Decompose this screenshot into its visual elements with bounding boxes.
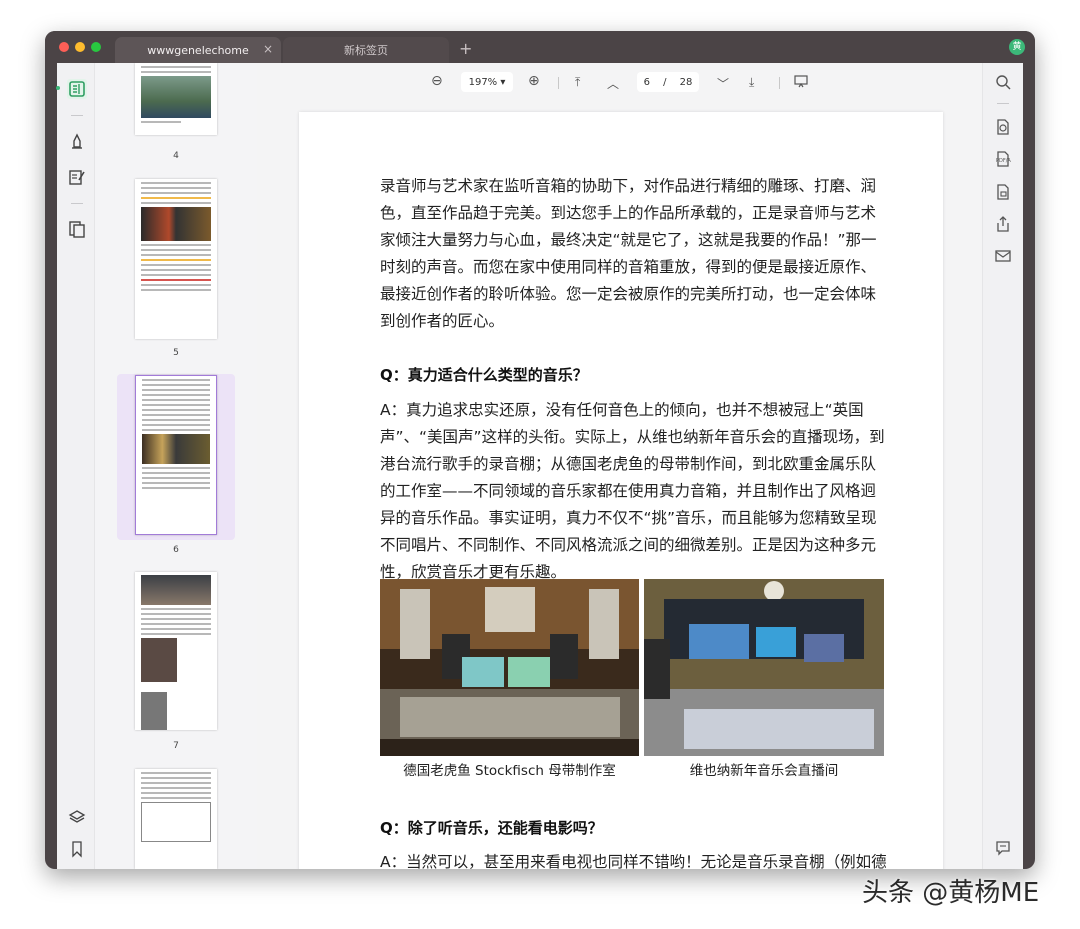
document-viewer[interactable]: ⊖ 197% ▾ ⊕ ⤒ ︿ 6 / 28 ﹀ ⤓ 录音师与艺术家在监听音箱的协… xyxy=(257,63,982,869)
share-icon[interactable] xyxy=(994,215,1012,233)
chevron-down-icon: ▾ xyxy=(500,76,506,88)
thumbnail-page-6[interactable] xyxy=(135,375,217,535)
zoom-select[interactable]: 197% ▾ xyxy=(461,72,513,92)
main-frame: 4 5 6 7 ⊖ 197% ▾ ⊕ ⤒ ︿ 6 / 28 ﹀ ⤓ 录音师与艺术… xyxy=(56,63,1023,869)
convert-icon[interactable] xyxy=(994,118,1012,136)
page-separator: / xyxy=(663,76,667,88)
photo-caption-1: 德国老虎鱼 Stockfisch 母带制作室 xyxy=(403,763,616,779)
question-heading-2: Q：除了听音乐，还能看电影吗？ xyxy=(380,819,603,837)
thumbnail-panel: 4 5 6 7 xyxy=(95,63,257,869)
zoom-value: 197% xyxy=(468,76,498,88)
tab-label: 新标签页 xyxy=(344,44,388,57)
edit-page-icon[interactable] xyxy=(67,167,87,187)
avatar[interactable]: 黄 xyxy=(1009,39,1025,55)
layers-icon[interactable] xyxy=(67,807,87,827)
thumbnail-label: 4 xyxy=(173,151,179,161)
divider xyxy=(558,77,559,89)
studio-photo-stockfisch xyxy=(380,579,639,756)
thumbnail-label: 5 xyxy=(173,348,179,358)
paragraph-1: 录音师与艺术家在监听音箱的协助下，对作品进行精细的雕琢、打磨、润色，直至作品趋于… xyxy=(380,177,877,330)
answer-1: A：真力追求忠实还原，没有任何音色上的倾向，也并不想被冠上“英国声”、“美国声”… xyxy=(380,401,885,581)
divider xyxy=(71,203,83,204)
left-tool-bar xyxy=(56,63,95,869)
minimize-window-button[interactable] xyxy=(75,42,85,52)
zoom-out-icon[interactable]: ⊖ xyxy=(431,73,443,89)
thumbnail-page-8[interactable] xyxy=(135,769,217,869)
pdf-page: 录音师与艺术家在监听音箱的协助下，对作品进行精细的雕琢、打磨、润色，直至作品趋于… xyxy=(299,112,943,869)
current-page[interactable]: 6 xyxy=(644,77,650,88)
zoom-in-icon[interactable]: ⊕ xyxy=(528,73,540,89)
organize-pages-icon[interactable] xyxy=(67,219,87,239)
new-tab-button[interactable]: + xyxy=(459,39,472,58)
watermark: 头条 @黄杨ME xyxy=(862,878,1040,908)
title-bar: wwwgenelechome × 新标签页 + 黄 xyxy=(45,31,1035,63)
zoom-window-button[interactable] xyxy=(91,42,101,52)
tab-active[interactable]: wwwgenelechome × xyxy=(115,37,281,63)
answer-2: A：当然可以，甚至用来看电视也同样不错哟！无论是音乐录音棚（例如德 xyxy=(380,853,887,869)
search-icon[interactable] xyxy=(994,73,1012,91)
comment-icon[interactable] xyxy=(994,839,1012,857)
thumbnail-page-7[interactable] xyxy=(135,572,217,730)
tab-label: wwwgenelechome xyxy=(147,43,249,57)
thumbnail-page-4[interactable] xyxy=(135,63,217,135)
divider xyxy=(779,77,780,89)
studio-photo-vienna xyxy=(644,579,884,756)
mail-icon[interactable] xyxy=(994,247,1012,265)
prev-page-icon[interactable]: ︿ xyxy=(607,75,619,92)
reader-icon[interactable] xyxy=(67,79,87,99)
divider xyxy=(997,103,1009,104)
thumbnail-page-5[interactable] xyxy=(135,179,217,339)
page-indicator[interactable]: 6 / 28 xyxy=(637,72,699,92)
next-page-icon[interactable]: ﹀ xyxy=(717,75,729,92)
tab-close-icon[interactable]: × xyxy=(263,42,273,56)
divider xyxy=(71,115,83,116)
protect-icon[interactable] xyxy=(994,183,1012,201)
highlighter-icon[interactable] xyxy=(67,131,87,151)
thumbnail-label: 6 xyxy=(173,545,179,555)
bookmark-icon[interactable] xyxy=(67,839,87,859)
app-window: wwwgenelechome × 新标签页 + 黄 4 5 6 7 ⊖ 197%… xyxy=(45,31,1035,869)
question-heading-1: Q：真力适合什么类型的音乐？ xyxy=(380,366,588,384)
last-page-icon[interactable]: ⤓ xyxy=(749,75,754,90)
viewer-toolbar: ⊖ 197% ▾ ⊕ ⤒ ︿ 6 / 28 ﹀ ⤓ xyxy=(257,63,982,103)
photo-caption-2: 维也纳新年音乐会直播间 xyxy=(689,763,839,779)
tab-inactive[interactable]: 新标签页 xyxy=(283,37,449,63)
thumbnail-label: 7 xyxy=(173,741,179,751)
presentation-icon[interactable] xyxy=(794,75,808,91)
active-indicator xyxy=(56,86,60,90)
first-page-icon[interactable]: ⤒ xyxy=(575,75,580,90)
pdfa-icon[interactable]: PDF/A xyxy=(994,150,1012,168)
right-tool-bar: PDF/A xyxy=(982,63,1023,869)
close-window-button[interactable] xyxy=(59,42,69,52)
svg-text:PDF/A: PDF/A xyxy=(996,158,1011,164)
total-pages: 28 xyxy=(679,76,693,88)
